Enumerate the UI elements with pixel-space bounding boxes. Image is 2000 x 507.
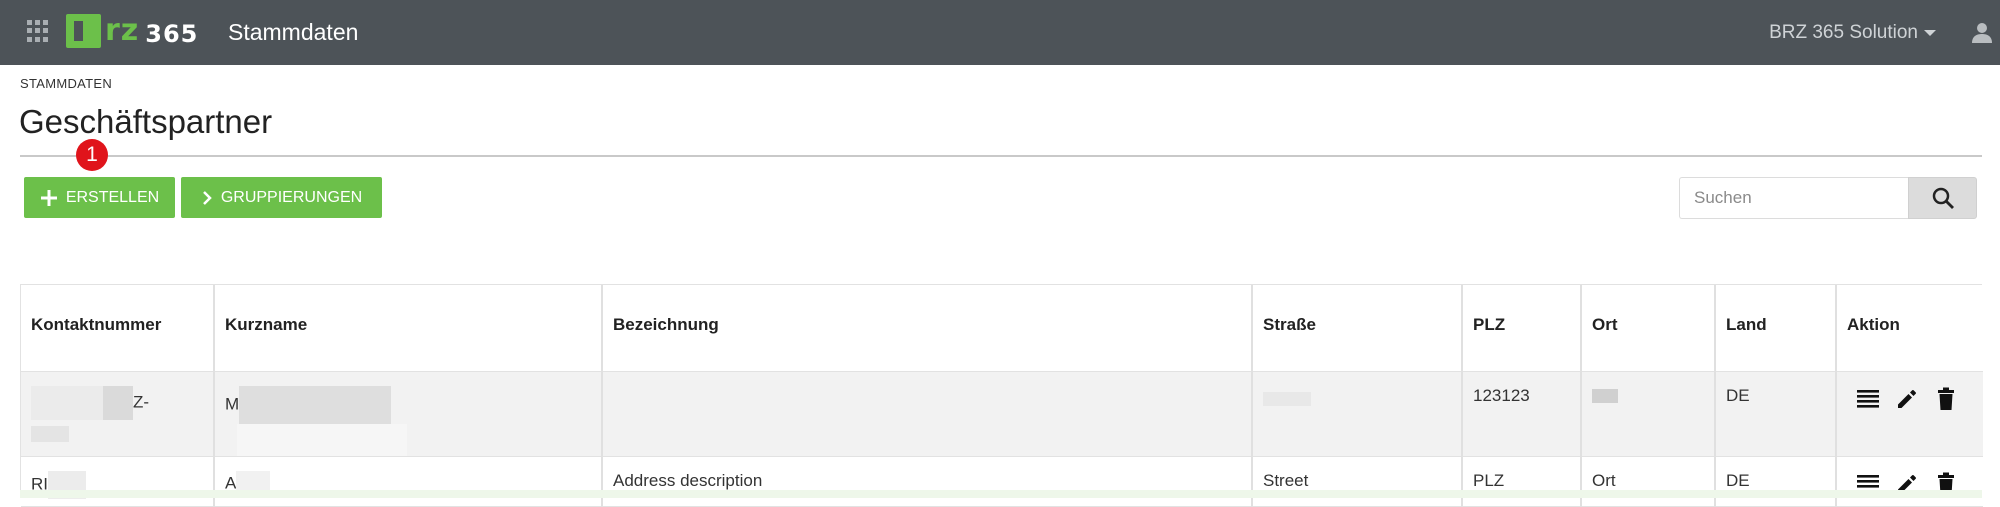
table-header-row: Kontaktnummer Kurzname Bezeichnung Straß… (21, 285, 1983, 372)
groups-button[interactable]: GRUPPIERUNGEN (181, 177, 382, 218)
create-button[interactable]: ERSTELLEN (24, 177, 175, 218)
top-navigation-bar: rz 365 Stammdaten BRZ 365 Solution (0, 0, 2000, 65)
cell-ort: Ort (1581, 456, 1716, 507)
cell-ort (1581, 371, 1716, 457)
redacted-area (1263, 392, 1311, 407)
column-header-aktion: Aktion (1836, 285, 1983, 372)
chevron-right-icon (201, 190, 213, 206)
groups-button-label: GRUPPIERUNGEN (220, 188, 363, 206)
search-button[interactable] (1908, 177, 1977, 219)
app-title: Stammdaten (228, 19, 359, 45)
brz-logo[interactable]: rz 365 (66, 13, 198, 49)
column-header-land[interactable]: Land (1715, 285, 1837, 372)
list-icon[interactable] (1855, 386, 1881, 412)
cell-aktion (1836, 371, 1983, 457)
create-button-label: ERSTELLEN (65, 188, 160, 206)
kurzname-text: M (225, 393, 240, 413)
cell-strasse (1252, 371, 1463, 457)
cell-kontaktnummer: RI (21, 456, 215, 507)
company-name: BRZ 365 Solution (1769, 22, 1918, 43)
next-row-hint (20, 490, 1982, 498)
redacted-area (31, 385, 103, 420)
apps-grid-icon[interactable] (27, 20, 49, 42)
search-input[interactable] (1679, 177, 1908, 219)
redacted-area (1592, 389, 1618, 404)
cell-land: DE (1715, 371, 1837, 457)
user-icon[interactable] (1970, 20, 1994, 44)
cell-plz: PLZ (1462, 456, 1582, 507)
redacted-area (239, 385, 392, 424)
column-header-kontaktnummer[interactable]: Kontaktnummer (21, 285, 215, 372)
cell-plz: 123123 (1462, 371, 1582, 457)
cell-land: DE (1715, 456, 1837, 507)
kontaktnummer-text: Z- (133, 391, 150, 411)
search-icon (1932, 187, 1954, 209)
edit-icon[interactable] (1894, 386, 1920, 412)
cell-aktion (1836, 456, 1983, 507)
annotation-badge-1: 1 (76, 139, 108, 171)
page-title: Geschäftspartner (19, 103, 273, 140)
cell-kurzname: M (214, 371, 603, 457)
column-header-ort[interactable]: Ort (1581, 285, 1716, 372)
column-header-strasse[interactable]: Straße (1252, 285, 1463, 372)
company-dropdown[interactable]: BRZ 365 Solution (1769, 22, 1936, 44)
column-header-bezeichnung[interactable]: Bezeichnung (602, 285, 1253, 372)
table-row[interactable]: RI A Address description Street PLZ Ort … (21, 456, 1983, 507)
breadcrumb[interactable]: STAMMDATEN (20, 76, 112, 91)
column-header-plz[interactable]: PLZ (1462, 285, 1582, 372)
redacted-area (31, 425, 69, 442)
partners-table: Kontaktnummer Kurzname Bezeichnung Straß… (20, 284, 1983, 507)
column-header-kurzname[interactable]: Kurzname (214, 285, 603, 372)
logo-letters: rz (105, 13, 140, 48)
table-row[interactable]: Z- M 123123 DE (21, 371, 1983, 457)
delete-icon[interactable] (1933, 386, 1959, 412)
redacted-area (237, 423, 407, 456)
title-divider (20, 155, 1982, 157)
logo-number: 365 (145, 20, 199, 48)
redacted-area (103, 385, 133, 420)
logo-mark (66, 14, 101, 48)
cell-bezeichnung: Address description (602, 456, 1253, 507)
cell-bezeichnung (602, 371, 1253, 457)
chevron-down-icon (1924, 30, 1936, 36)
cell-strasse: Street (1252, 456, 1463, 507)
cell-kontaktnummer: Z- (21, 371, 215, 457)
cell-kurzname: A (214, 456, 603, 507)
plus-icon (40, 189, 58, 207)
